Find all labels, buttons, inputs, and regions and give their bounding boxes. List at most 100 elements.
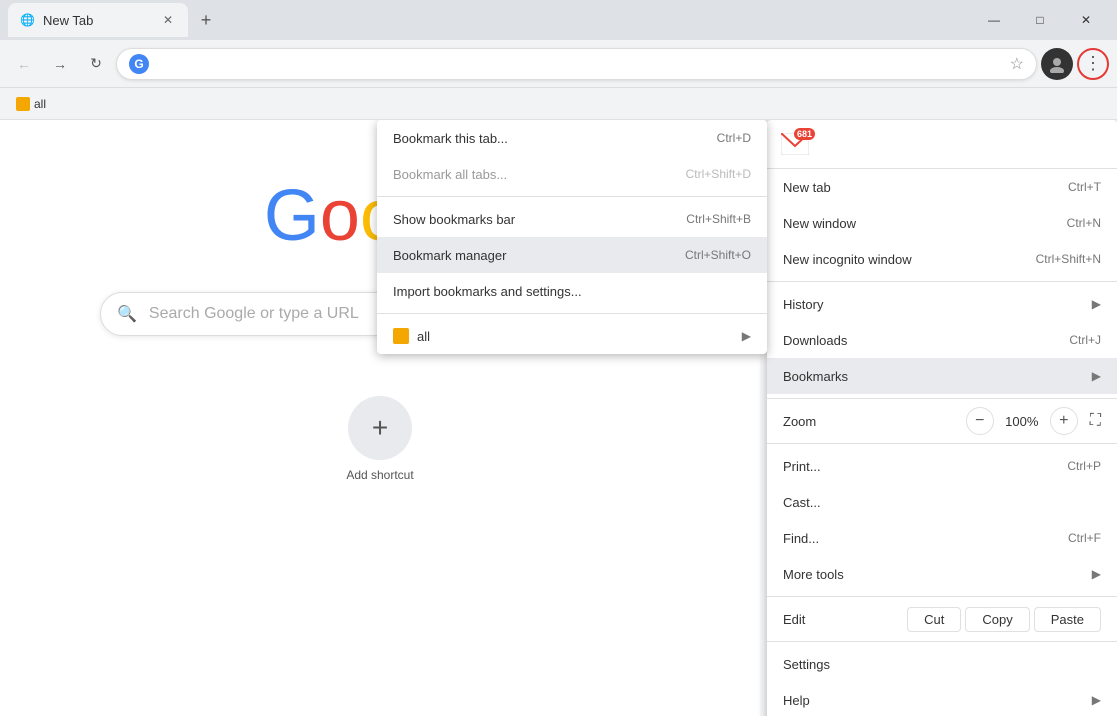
zoom-value: 100% [1002, 414, 1042, 429]
menu-shortcut: Ctrl+F [1068, 531, 1101, 545]
profile-button[interactable] [1041, 48, 1073, 80]
toolbar: ← → ↻ G ☆ ⋮ [0, 40, 1117, 88]
arrow-icon: ▶ [1092, 567, 1101, 581]
new-tab-button[interactable]: + [192, 6, 220, 34]
window-controls: — □ ✕ [971, 0, 1109, 40]
submenu-shortcut: Ctrl+Shift+B [686, 212, 751, 226]
back-button[interactable]: ← [8, 48, 40, 80]
zoom-row: Zoom − 100% + ⛶ [767, 403, 1117, 439]
submenu-item-show-bar[interactable]: Show bookmarks bar Ctrl+Shift+B [377, 201, 767, 237]
submenu-arrow: ▶ [742, 329, 751, 343]
add-shortcut-area: + Add shortcut [346, 396, 413, 482]
search-placeholder: Search Google or type a URL [149, 305, 359, 323]
edit-buttons: Cut Copy Paste [907, 607, 1101, 632]
menu-item-more-tools[interactable]: More tools ▶ [767, 556, 1117, 592]
menu-shortcut: Ctrl+Shift+N [1036, 252, 1101, 266]
menu-item-history[interactable]: History ▶ [767, 286, 1117, 322]
fullscreen-button[interactable]: ⛶ [1090, 412, 1101, 430]
add-shortcut-button[interactable]: + [348, 396, 412, 460]
gmail-icon: 681 [779, 128, 811, 160]
bookmarks-bar: all [0, 88, 1117, 120]
copy-button[interactable]: Copy [965, 607, 1029, 632]
gmail-badge: 681 [794, 128, 815, 140]
menu-item-help[interactable]: Help ▶ [767, 682, 1117, 716]
browser-tab[interactable]: 🌐 New Tab ✕ [8, 3, 188, 37]
tab-close-button[interactable]: ✕ [160, 12, 176, 28]
menu-item-downloads[interactable]: Downloads Ctrl+J [767, 322, 1117, 358]
paste-button[interactable]: Paste [1034, 607, 1101, 632]
folder-icon [16, 97, 30, 111]
submenu-shortcut: Ctrl+Shift+O [685, 248, 751, 262]
chrome-menu: 681 New tab Ctrl+T New window Ctrl+N New… [767, 120, 1117, 716]
menu-label: More tools [783, 567, 1084, 582]
submenu-folder-all[interactable]: all ▶ [377, 318, 767, 354]
reload-button[interactable]: ↻ [80, 48, 112, 80]
submenu-item-import[interactable]: Import bookmarks and settings... [377, 273, 767, 309]
chrome-menu-button[interactable]: ⋮ [1077, 48, 1109, 80]
menu-label: New tab [783, 180, 1068, 195]
arrow-icon: ▶ [1092, 693, 1101, 707]
submenu-item-manager[interactable]: Bookmark manager Ctrl+Shift+O [377, 237, 767, 273]
menu-label: Bookmarks [783, 369, 1084, 384]
arrow-icon: ▶ [1092, 369, 1101, 383]
submenu-divider-2 [377, 313, 767, 314]
menu-item-bookmarks[interactable]: Bookmarks ▶ [767, 358, 1117, 394]
bookmarks-submenu: Bookmark this tab... Ctrl+D Bookmark all… [377, 120, 767, 354]
submenu-label: all [417, 329, 734, 344]
maximize-button[interactable]: □ [1017, 0, 1063, 40]
menu-item-new-tab[interactable]: New tab Ctrl+T [767, 169, 1117, 205]
menu-label: Help [783, 693, 1084, 708]
submenu-shortcut: Ctrl+Shift+D [686, 167, 751, 181]
arrow-icon: ▶ [1092, 297, 1101, 311]
menu-label: New window [783, 216, 1067, 231]
submenu-divider [377, 196, 767, 197]
menu-label: Cast... [783, 495, 1101, 510]
menu-label: Downloads [783, 333, 1069, 348]
menu-label: History [783, 297, 1084, 312]
menu-shortcut: Ctrl+J [1069, 333, 1101, 347]
zoom-out-button[interactable]: − [966, 407, 994, 435]
submenu-shortcut: Ctrl+D [717, 131, 751, 145]
submenu-item-bookmark-all[interactable]: Bookmark all tabs... Ctrl+Shift+D [377, 156, 767, 192]
cut-button[interactable]: Cut [907, 607, 961, 632]
menu-item-find[interactable]: Find... Ctrl+F [767, 520, 1117, 556]
menu-label: Settings [783, 657, 1101, 672]
menu-shortcut: Ctrl+N [1067, 216, 1101, 230]
submenu-label: Import bookmarks and settings... [393, 284, 751, 299]
search-icon: 🔍 [117, 304, 137, 324]
bookmark-label: all [34, 97, 46, 111]
menu-divider-1 [767, 281, 1117, 282]
folder-icon [393, 328, 409, 344]
content-area: Google ♥ 🔍 Search Google or type a URL +… [0, 120, 1117, 716]
menu-item-print[interactable]: Print... Ctrl+P [767, 448, 1117, 484]
menu-label: New incognito window [783, 252, 1036, 267]
submenu-item-bookmark-tab[interactable]: Bookmark this tab... Ctrl+D [377, 120, 767, 156]
menu-label: Find... [783, 531, 1068, 546]
close-button[interactable]: ✕ [1063, 0, 1109, 40]
zoom-in-button[interactable]: + [1050, 407, 1078, 435]
menu-item-new-incognito[interactable]: New incognito window Ctrl+Shift+N [767, 241, 1117, 277]
menu-shortcut: Ctrl+T [1068, 180, 1101, 194]
menu-label: Print... [783, 459, 1067, 474]
menu-header: 681 [767, 120, 1117, 169]
minimize-button[interactable]: — [971, 0, 1017, 40]
menu-item-new-window[interactable]: New window Ctrl+N [767, 205, 1117, 241]
forward-button[interactable]: → [44, 48, 76, 80]
address-bar[interactable]: G ☆ [116, 48, 1037, 80]
menu-item-settings[interactable]: Settings [767, 646, 1117, 682]
submenu-label: Bookmark this tab... [393, 131, 717, 146]
edit-label: Edit [783, 612, 899, 627]
edit-row: Edit Cut Copy Paste [767, 601, 1117, 637]
menu-divider-3 [767, 443, 1117, 444]
tab-title: New Tab [43, 13, 152, 28]
menu-divider-4 [767, 596, 1117, 597]
menu-item-cast[interactable]: Cast... [767, 484, 1117, 520]
menu-shortcut: Ctrl+P [1067, 459, 1101, 473]
menu-divider-5 [767, 641, 1117, 642]
submenu-label: Bookmark manager [393, 248, 685, 263]
bookmark-item-all[interactable]: all [8, 93, 54, 115]
bookmark-star-icon[interactable]: ☆ [1010, 54, 1024, 74]
google-icon: G [129, 54, 149, 74]
zoom-controls: − 100% + ⛶ [966, 407, 1101, 435]
title-bar: 🌐 New Tab ✕ + — □ ✕ [0, 0, 1117, 40]
